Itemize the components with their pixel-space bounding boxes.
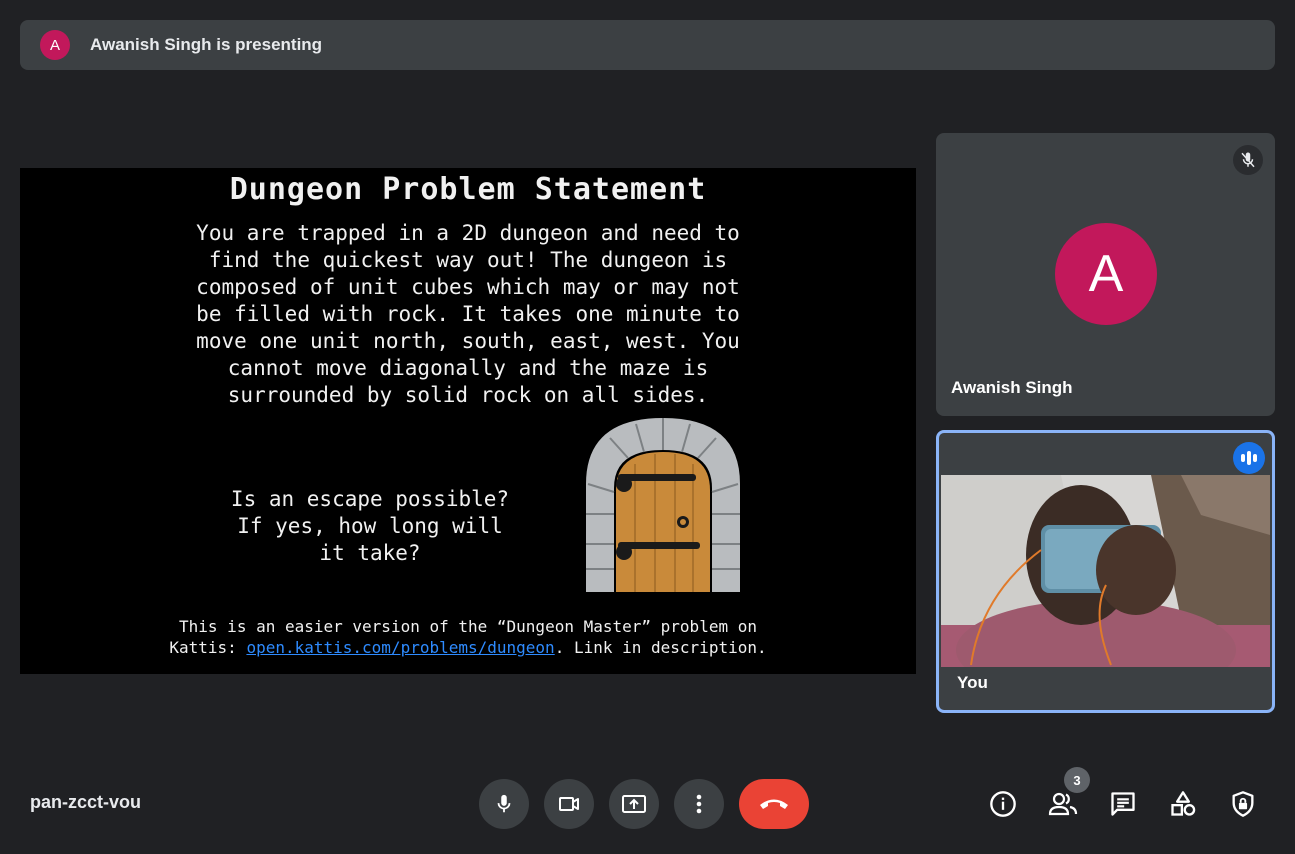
mic-muted-icon <box>1233 145 1263 175</box>
participant-name: Awanish Singh <box>951 378 1073 397</box>
people-count-badge: 3 <box>1064 767 1090 793</box>
self-video-feed <box>941 475 1270 667</box>
present-screen-button[interactable] <box>609 779 659 829</box>
camera-icon <box>559 797 579 811</box>
presenting-banner: A Awanish Singh is presenting <box>20 20 1275 70</box>
presenting-text: Awanish Singh is presenting <box>90 35 323 54</box>
host-controls-button[interactable] <box>1225 786 1261 822</box>
slide-body: You are trapped in a 2D dungeon and need… <box>196 221 740 407</box>
participant-name: You <box>957 673 988 692</box>
shield-lock-icon <box>1232 791 1254 817</box>
microphone-icon <box>497 794 511 813</box>
shared-screen: Dungeon Problem Statement You are trappe… <box>20 168 916 674</box>
kattis-link: open.kattis.com/problems/dungeon <box>246 638 555 657</box>
camera-button[interactable] <box>544 779 594 829</box>
footnote-line-1: This is an easier version of the “Dungeo… <box>179 617 757 636</box>
hang-up-icon <box>760 799 788 809</box>
dungeon-door-illustration <box>586 418 740 592</box>
slide-title: Dungeon Problem Statement <box>229 172 707 207</box>
chat-button[interactable] <box>1105 786 1141 822</box>
footnote-prefix: Kattis: <box>169 638 247 657</box>
footnote-suffix: . Link in description. <box>554 638 767 657</box>
slide-question: Is an escape possible? If yes, how long … <box>230 487 510 565</box>
meeting-code: pan-zcct-vou <box>30 792 142 812</box>
microphone-button[interactable] <box>479 779 529 829</box>
presenter-avatar: A <box>40 30 70 60</box>
more-options-button[interactable] <box>674 779 724 829</box>
more-vert-icon <box>696 794 702 814</box>
footnote-line-2: Kattis: open.kattis.com/problems/dungeon… <box>20 637 916 658</box>
activities-icon <box>1171 791 1196 816</box>
meeting-details-button[interactable] <box>985 786 1021 822</box>
speaking-indicator-icon <box>1233 442 1265 474</box>
chat-icon <box>1111 792 1135 816</box>
slide-footnote: This is an easier version of the “Dungeo… <box>20 616 916 658</box>
info-icon <box>990 791 1016 817</box>
present-screen-icon <box>622 795 646 813</box>
participant-tile-you[interactable]: You <box>936 430 1275 713</box>
leave-call-button[interactable] <box>739 779 809 829</box>
participant-tile-awanish[interactable]: A Awanish Singh <box>936 133 1275 416</box>
people-icon <box>1048 792 1078 816</box>
participant-avatar: A <box>1055 223 1157 325</box>
activities-button[interactable] <box>1165 786 1201 822</box>
